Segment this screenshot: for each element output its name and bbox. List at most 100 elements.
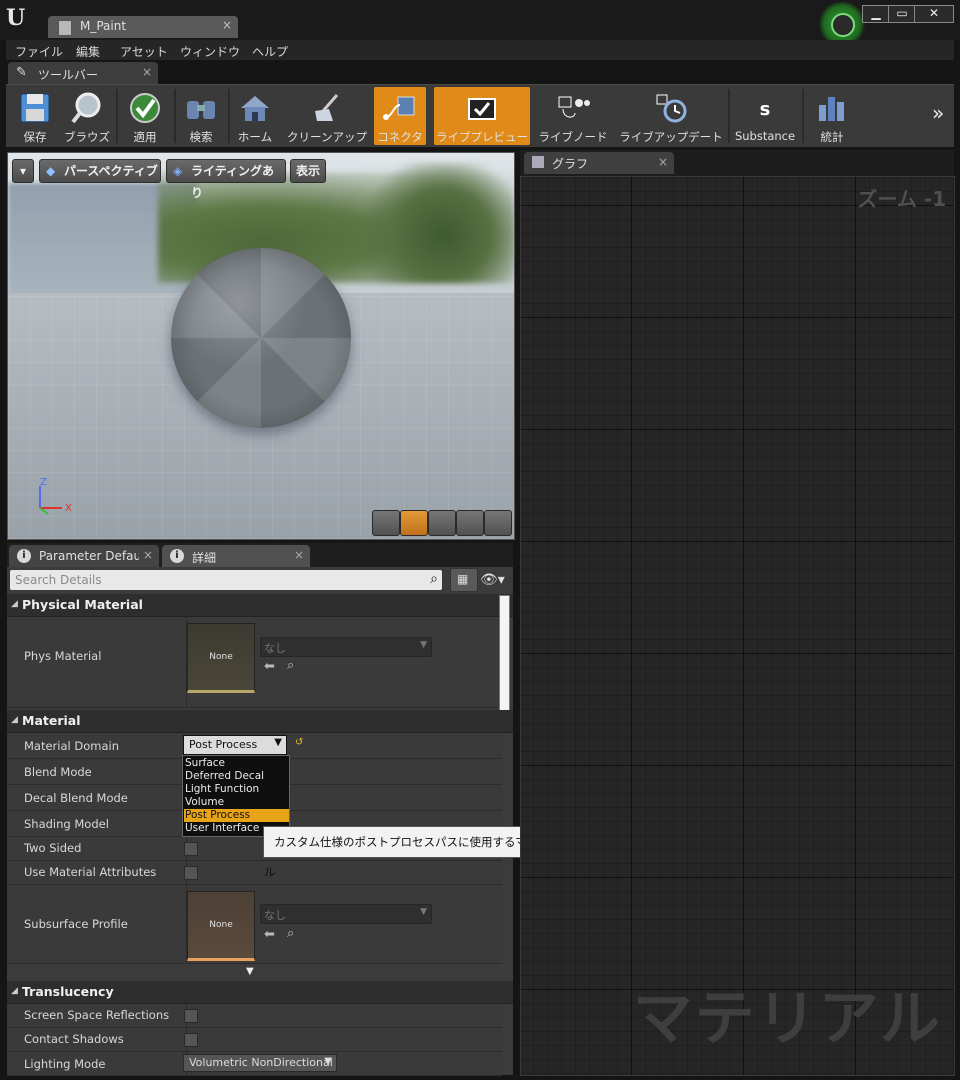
chevron-down-icon: ▼ [274, 737, 282, 748]
search-button[interactable]: 検索 [178, 87, 224, 145]
live-node-icon [558, 96, 590, 118]
preview-cylinder-button[interactable] [372, 510, 400, 536]
menu-help[interactable]: ヘルプ [252, 43, 288, 60]
close-tab-icon[interactable]: × [142, 65, 152, 79]
preview-viewport[interactable]: ▾ ◆ パースペクティブ ◈ ライティングあり 表示 Z X [7, 152, 515, 540]
lit-cube-icon: ◈ [173, 164, 183, 178]
tab-parameter-defaults[interactable]: i Parameter Defaults × [9, 545, 159, 567]
subsurface-profile-picker[interactable]: なし ▼ [260, 904, 432, 924]
subsurface-profile-thumbnail[interactable]: None [187, 891, 255, 961]
save-icon [20, 93, 50, 123]
preview-plane-button[interactable] [428, 510, 456, 536]
use-material-attributes-checkbox[interactable] [184, 866, 198, 880]
menu-file[interactable]: ファイル [15, 43, 63, 60]
perspective-button[interactable]: ◆ パースペクティブ [39, 159, 161, 183]
home-label: ホーム [237, 130, 273, 144]
info-icon: i [17, 549, 31, 563]
graph-watermark: マテリアル [632, 984, 942, 1054]
substance-label: Substance [734, 129, 796, 143]
section-material[interactable]: ◢ Material [7, 710, 513, 733]
viewport-options-button[interactable]: ▾ [12, 159, 34, 183]
apply-button[interactable]: 適用 [120, 87, 170, 145]
save-button[interactable]: 保存 [10, 87, 60, 145]
property-matrix-button[interactable]: ▦ [450, 568, 478, 592]
substance-button[interactable]: s Substance [732, 87, 798, 145]
section-translucency[interactable]: ◢ Translucency [7, 981, 513, 1004]
live-update-icon [656, 94, 687, 123]
contact-shadows-checkbox[interactable] [184, 1033, 198, 1047]
cleanup-label: クリーンアップ [287, 130, 367, 144]
apply-label: 適用 [133, 130, 157, 144]
lighting-mode-combo[interactable]: Volumetric NonDirectional ▼ [183, 1054, 337, 1072]
toolbar-overflow-button[interactable]: » [930, 87, 952, 145]
toolbar-tab[interactable]: ✎ ツールバー × [8, 62, 158, 84]
menu-window[interactable]: ウィンドウ [180, 43, 240, 60]
document-tab[interactable]: M_Paint × [48, 16, 238, 38]
home-button[interactable]: ホーム [232, 87, 278, 145]
live-update-button[interactable]: ライブアップデート [616, 87, 726, 145]
details-scrollbar[interactable] [499, 595, 510, 717]
tab-details[interactable]: i 詳細 × [162, 545, 310, 567]
graph-icon [532, 156, 544, 168]
show-button[interactable]: 表示 [290, 159, 326, 183]
dropdown-option-selected[interactable]: Post Process [184, 809, 289, 822]
live-node-button[interactable]: ライブノード [536, 87, 610, 145]
row-use-material-attributes: Use Material Attributes [7, 861, 502, 885]
ssr-checkbox[interactable] [184, 1009, 198, 1023]
use-selected-arrow-icon[interactable]: ⬅ [264, 659, 275, 674]
dropdown-option[interactable]: Deferred Decal [184, 770, 289, 783]
section-physical-material[interactable]: ◢ Physical Material [7, 594, 513, 617]
stats-label: 統計 [820, 130, 844, 144]
toolbar-tab-label: ツールバー [38, 68, 99, 82]
tab-graph[interactable]: グラフ × [524, 152, 674, 174]
cleanup-button[interactable]: クリーンアップ [282, 87, 372, 145]
lighting-button[interactable]: ◈ ライティングあり [166, 159, 286, 200]
minimize-button[interactable]: ▁ [862, 5, 890, 23]
phys-material-picker[interactable]: なし ▼ [260, 637, 432, 657]
live-preview-button[interactable]: ライブプレビュー [434, 87, 530, 145]
reset-to-default-icon[interactable]: ↺ [295, 737, 303, 748]
connector-button[interactable]: コネクタ [374, 87, 426, 145]
material-domain-combo[interactable]: Post Process ▼ [183, 735, 287, 755]
home-icon [241, 96, 269, 121]
close-tab-icon[interactable]: × [222, 18, 232, 32]
row-phys-material: Phys Material None なし ▼ ⬅ ⌕ [7, 617, 502, 708]
chevron-down-icon: ▾ [19, 164, 27, 178]
material-graph-canvas[interactable]: ズーム -1 マテリアル [520, 176, 955, 1076]
phys-material-thumbnail[interactable]: None [187, 623, 255, 693]
browse-button[interactable]: ブラウズ [62, 87, 112, 145]
material-domain-dropdown[interactable]: Surface Deferred Decal Light Function Vo… [182, 755, 290, 837]
close-tab-icon[interactable]: × [658, 155, 668, 169]
preview-custom-mesh-button[interactable] [484, 510, 512, 536]
connector-icon [383, 96, 415, 120]
close-tab-icon[interactable]: × [294, 548, 304, 562]
collapse-arrow-icon: ◢ [11, 599, 18, 609]
axis-gizmo: Z X [39, 478, 72, 515]
search-details-input[interactable]: Search Details ⌕ [10, 570, 442, 590]
maximize-button[interactable]: ▭ [888, 5, 916, 23]
row-lighting-mode: Lighting Mode Volumetric NonDirectional … [7, 1052, 502, 1076]
advanced-expand-icon[interactable]: ▼ [246, 966, 254, 977]
search-icon: ⌕ [430, 571, 438, 587]
two-sided-checkbox[interactable] [184, 842, 198, 856]
perspective-icon: ◆ [46, 164, 56, 178]
menu-asset[interactable]: アセット [120, 43, 168, 60]
use-selected-arrow-icon[interactable]: ⬅ [264, 927, 275, 942]
view-options-button[interactable]: 👁▾ [480, 572, 508, 588]
wrench-icon: ✎ [16, 65, 27, 80]
close-tab-icon[interactable]: × [143, 548, 153, 562]
dropdown-option[interactable]: Light Function [184, 783, 289, 796]
browse-magnifier-icon[interactable]: ⌕ [287, 658, 294, 673]
eye-icon: 👁▾ [480, 572, 505, 588]
preview-sphere-button[interactable] [400, 510, 428, 536]
browse-magnifier-icon[interactable]: ⌕ [287, 926, 294, 941]
preview-cube-button[interactable] [456, 510, 484, 536]
row-screen-space-reflections: Screen Space Reflections [7, 1004, 502, 1028]
dropdown-option[interactable]: Surface [184, 757, 289, 770]
menu-edit[interactable]: 編集 [76, 43, 100, 60]
unreal-logo-icon[interactable]: U [6, 5, 32, 33]
dropdown-option[interactable]: Volume [184, 796, 289, 809]
close-window-button[interactable]: ✕ [914, 5, 954, 23]
document-tab-label: M_Paint [80, 19, 127, 33]
stats-button[interactable]: 統計 [806, 87, 858, 145]
